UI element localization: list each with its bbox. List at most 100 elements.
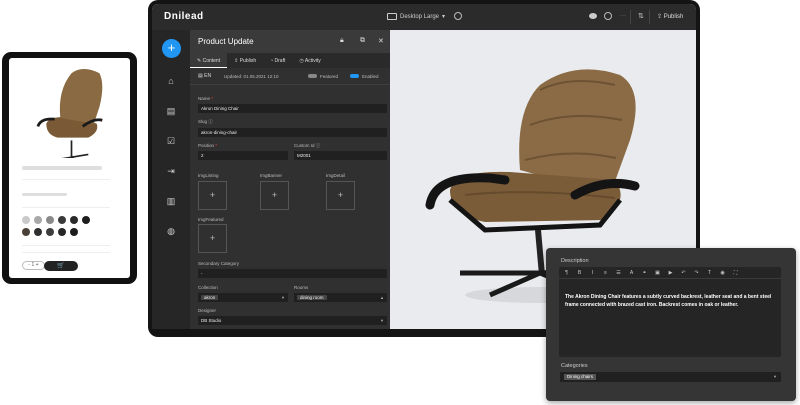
color-swatch[interactable] bbox=[22, 216, 30, 224]
designer-select[interactable]: DB Studio ▼ bbox=[198, 316, 387, 325]
eye-icon[interactable] bbox=[589, 13, 597, 19]
categories-select[interactable]: Dining chairs ▼ bbox=[560, 372, 781, 382]
preview-icon[interactable]: ◉ bbox=[719, 270, 726, 276]
categories-label: Categories bbox=[561, 363, 588, 369]
color-swatch[interactable] bbox=[34, 216, 42, 224]
import-icon[interactable]: ⇥ bbox=[166, 166, 176, 176]
divider bbox=[649, 10, 650, 24]
custom-id-label: Custom Id ⓘ bbox=[294, 143, 321, 148]
position-label: Position * bbox=[198, 143, 218, 148]
document-icon[interactable]: ▤ bbox=[166, 106, 176, 116]
quantity-stepper[interactable]: - 1 + bbox=[22, 261, 45, 270]
marketing-composite: - 1 + 🛒 Dnilead Desktop Large ▾ ··· ⇅ ⇪ … bbox=[0, 0, 800, 405]
close-icon[interactable]: ✕ bbox=[378, 37, 384, 45]
slug-field[interactable]: akron-dining-chair bbox=[198, 128, 387, 137]
collection-select[interactable]: akron ▼ bbox=[198, 293, 288, 302]
undo-icon[interactable]: ↶ bbox=[680, 270, 687, 276]
description-text: The Akron Dining Chair features a subtly… bbox=[565, 294, 772, 308]
video-icon[interactable]: ▶ bbox=[667, 270, 674, 276]
language-row: ▤ EN Updated: 01.05.2021 12:10 Featured … bbox=[190, 68, 390, 85]
img-banner-upload[interactable]: + bbox=[260, 181, 289, 210]
divider bbox=[22, 179, 110, 180]
enabled-label: Enabled bbox=[362, 74, 379, 79]
tab-label: Draft bbox=[274, 58, 286, 64]
add-button[interactable]: + bbox=[162, 39, 181, 58]
image-icon[interactable]: ▣ bbox=[654, 270, 661, 276]
img-listing-upload[interactable]: + bbox=[198, 181, 227, 210]
checklist-icon[interactable]: ☑ bbox=[166, 136, 176, 146]
color-swatch[interactable] bbox=[82, 216, 90, 224]
price-placeholder bbox=[22, 193, 67, 196]
description-label: Description bbox=[561, 258, 589, 264]
language-globe-icon[interactable] bbox=[604, 12, 612, 20]
editor-toolbar: ¶ B I ≡ ☰ A ⚭ ▣ ▶ ↶ ↷ T ◉ ⛶ bbox=[559, 267, 781, 279]
position-field[interactable]: 2 bbox=[198, 151, 288, 160]
divider bbox=[22, 245, 110, 246]
color-swatch[interactable] bbox=[46, 216, 54, 224]
device-select-label: Desktop Large bbox=[400, 13, 440, 20]
language-selector[interactable]: ▤ EN bbox=[198, 73, 211, 79]
ordered-list-icon[interactable]: ≡ bbox=[602, 270, 609, 276]
link-icon[interactable]: ⚭ bbox=[641, 270, 648, 276]
color-swatch[interactable] bbox=[70, 228, 78, 236]
rooms-chip: dining room bbox=[297, 295, 327, 300]
divider bbox=[22, 252, 110, 253]
color-swatch[interactable] bbox=[58, 228, 66, 236]
paragraph-icon[interactable]: ¶ bbox=[563, 270, 570, 276]
building-icon[interactable]: ▥ bbox=[166, 196, 176, 206]
side-nav: + ⌂ ▤ ☑ ⇥ ▥ ◍ bbox=[152, 30, 190, 329]
product-title-placeholder bbox=[22, 166, 102, 170]
color-swatch[interactable] bbox=[34, 228, 42, 236]
text-color-icon[interactable]: A bbox=[628, 270, 635, 276]
tablet-device: - 1 + 🛒 bbox=[2, 52, 137, 284]
publish-label: Publish bbox=[663, 14, 684, 20]
tab-draft[interactable]: ◔ Draft bbox=[263, 53, 292, 68]
secondary-category-field[interactable]: - bbox=[198, 269, 387, 278]
name-field[interactable]: Akron Dining Chair bbox=[198, 104, 387, 113]
designer-label: Designer bbox=[198, 308, 217, 313]
lock-icon[interactable]: 🔒︎ bbox=[340, 37, 344, 45]
tab-activity[interactable]: ◷ Activity bbox=[292, 53, 327, 68]
collection-chip: akron bbox=[201, 295, 219, 300]
sort-icon[interactable]: ⇅ bbox=[638, 12, 644, 20]
custom-id-field[interactable]: M2001 bbox=[294, 151, 387, 160]
fullscreen-icon[interactable]: ⛶ bbox=[732, 270, 739, 276]
slug-label: Slug ⓘ bbox=[198, 119, 213, 124]
globe-nav-icon[interactable]: ◍ bbox=[166, 226, 176, 236]
color-swatch[interactable] bbox=[22, 228, 30, 236]
color-swatch[interactable] bbox=[46, 228, 54, 236]
img-banner-label: ImgBanner bbox=[260, 173, 283, 178]
device-select[interactable]: Desktop Large ▾ bbox=[387, 13, 445, 20]
publish-icon: ⇪ bbox=[657, 14, 664, 20]
bullet-list-icon[interactable]: ☰ bbox=[615, 270, 622, 276]
rooms-label: Rooms bbox=[294, 285, 309, 290]
clear-format-icon[interactable]: T bbox=[706, 270, 713, 276]
more-icon[interactable]: ··· bbox=[620, 13, 626, 19]
publish-button[interactable]: ⇪ Publish bbox=[657, 13, 683, 20]
rooms-select[interactable]: dining room ▲ bbox=[294, 293, 387, 302]
duplicate-icon[interactable]: ⧉ bbox=[360, 37, 365, 45]
enabled-toggle[interactable] bbox=[350, 74, 359, 78]
divider bbox=[22, 207, 110, 208]
updated-timestamp: Updated: 01.05.2021 12:10 bbox=[224, 74, 279, 79]
italic-icon[interactable]: I bbox=[589, 270, 596, 276]
add-to-cart-button[interactable]: 🛒 bbox=[44, 261, 78, 271]
img-detail-label: ImgDetail bbox=[326, 173, 346, 178]
bold-icon[interactable]: B bbox=[576, 270, 583, 276]
home-icon[interactable]: ⌂ bbox=[166, 76, 176, 86]
tab-publish[interactable]: ⇪ Publish bbox=[227, 53, 263, 68]
cart-icon: 🛒 bbox=[57, 263, 65, 269]
img-detail-upload[interactable]: + bbox=[326, 181, 355, 210]
img-featured-upload[interactable]: + bbox=[198, 224, 227, 253]
redo-icon[interactable]: ↷ bbox=[693, 270, 700, 276]
color-swatch[interactable] bbox=[58, 216, 66, 224]
color-swatch[interactable] bbox=[70, 216, 78, 224]
globe-icon[interactable] bbox=[454, 12, 462, 20]
panel-header: Product Update 🔒︎ ⧉ ✕ bbox=[190, 30, 390, 53]
chevron-down-icon: ▼ bbox=[281, 295, 285, 300]
tab-content[interactable]: ✎ Content bbox=[190, 53, 228, 68]
product-update-panel: Product Update 🔒︎ ⧉ ✕ ✎ Content ⇪ Publis… bbox=[190, 30, 390, 329]
featured-toggle[interactable] bbox=[308, 74, 317, 78]
description-editor[interactable]: ¶ B I ≡ ☰ A ⚭ ▣ ▶ ↶ ↷ T ◉ ⛶ The Akron Di… bbox=[559, 267, 781, 357]
chevron-down-icon: ▲ bbox=[380, 295, 384, 300]
